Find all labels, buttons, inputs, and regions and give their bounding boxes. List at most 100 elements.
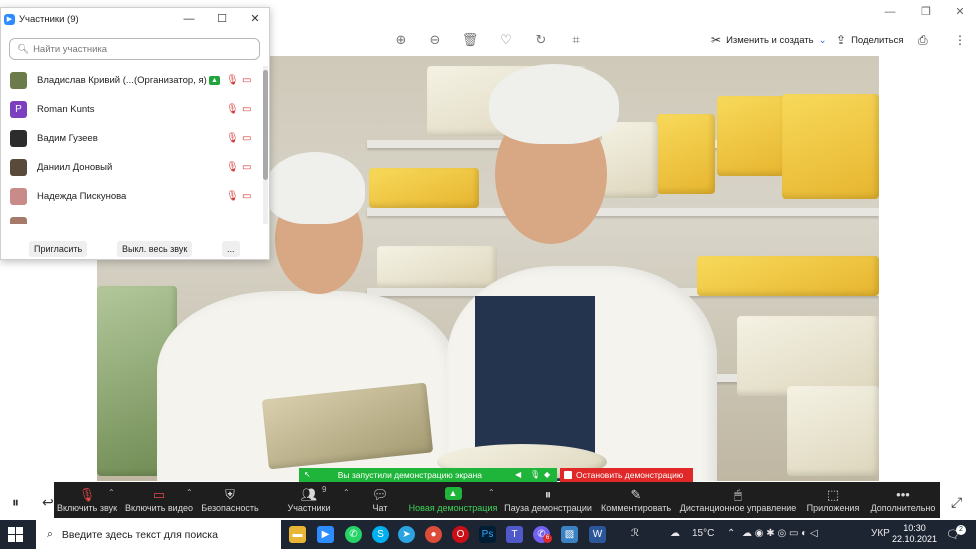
chevron-down-icon: ⌄ [818,34,827,46]
participant-name: Roman Kunts [37,104,95,115]
participant-row[interactable] [1,211,263,224]
word-icon[interactable]: W [589,526,606,543]
skype-icon[interactable]: S [372,526,389,543]
camera-off-icon[interactable]: ▭ [242,133,251,144]
zoom-in-icon[interactable]: ⊕ [392,32,410,48]
share-screen-icon: ▲ [444,487,462,500]
close-panel-button[interactable]: ✕ [246,12,264,26]
chat-icon: 💬︎ [371,487,389,502]
tray-icons[interactable]: ☁ ◉ ✱ ◎ ▭ ◐ ◁ [742,528,818,539]
zoom-out-icon[interactable]: ⊖ [426,32,444,48]
participant-row[interactable]: Надежда Пискунова 🎙︎ ▭ [1,182,263,211]
new-share-button[interactable]: ▲ Новая демонстрация [409,482,497,518]
photos-app-icon[interactable]: ▨ [561,526,578,543]
invite-button[interactable]: Пригласить [29,241,88,257]
zoom-app-icon[interactable]: ▶ [317,526,334,543]
delete-icon[interactable]: 🗑 [461,32,479,48]
maximize-button[interactable]: ❐ [914,4,938,20]
shield-icon: ⛨ [225,487,235,502]
remote-control-button[interactable]: 🖱︎ Дистанционное управление [678,482,798,518]
telegram-icon[interactable]: ➤ [398,526,415,543]
participant-row[interactable]: P Roman Kunts 🎙︎ ▭ [1,95,263,124]
search-input[interactable]: 🔍︎ Найти участника [9,38,260,60]
participant-name: Даниил Доновый [37,162,113,173]
more-options-button[interactable]: ⋮ [954,32,966,48]
language-indicator[interactable]: УКР [871,528,890,539]
teams-icon[interactable]: T [506,526,523,543]
chevron-up-icon[interactable]: ⌃ [488,488,495,497]
mic-off-icon[interactable]: 🎙︎ [226,133,239,144]
clock-date: 22.10.2021 [892,534,938,544]
zoom-logo-icon: ▶ [4,14,15,25]
share-icon: ⇪ [836,33,847,47]
opera-icon[interactable]: O [452,526,469,543]
expand-icon[interactable]: ⤢ [951,494,962,511]
whatsapp-icon[interactable]: ✆ [345,526,362,543]
camera-off-icon[interactable]: ▭ [242,162,251,173]
pause-share-button[interactable]: ⏸ Пауза демонстрации [504,482,592,518]
more-participant-options-button[interactable]: ... [222,241,240,257]
participants-title-text: Участники (9) [19,14,79,25]
mic-off-icon[interactable]: 🎙︎ [226,75,239,86]
app-notification-badge: 6 [543,534,552,543]
rotate-icon[interactable]: ↻ [532,32,550,48]
windows-start-icon[interactable] [8,527,23,542]
chevron-up-icon[interactable]: ⌃ [108,488,115,497]
apps-button[interactable]: ⬚ Приложения [804,482,862,518]
avatar [10,130,27,147]
chrome-icon[interactable]: ● [425,526,442,543]
start-video-label: Включить видео [125,503,193,513]
taskbar-search-input[interactable]: ⌕ Введите здесь текст для поиска [36,520,281,549]
minimize-button[interactable]: — [878,4,902,20]
share-button[interactable]: ⇪ Поделиться [836,32,904,48]
share-label: Поделиться [851,34,904,46]
chevron-up-icon[interactable]: ⌃ [727,528,735,539]
stop-icon [564,471,572,479]
share-arrow-icon: ↖ [304,470,311,479]
chevron-up-icon[interactable]: ⌃ [343,488,350,497]
share-banner-text: Вы запустили демонстрацию экрана [337,470,483,480]
mic-off-icon[interactable]: 🎙︎ [226,104,239,115]
file-explorer-icon[interactable]: ▬ [289,526,306,543]
mic-off-icon[interactable]: 🎙︎ [226,191,239,202]
start-video-button[interactable]: ▭ Включить видео [125,482,193,518]
maximize-panel-button[interactable]: ☐ [213,12,231,26]
screen-share-banner: ↖ Вы запустили демонстрацию экрана ◀ 🎙︎ … [299,468,557,482]
participants-list: Владислав Кривий (... (Организатор, я) ▲… [1,66,263,224]
edit-create-button[interactable]: ✂ Изменить и создать ⌄ [711,32,827,48]
weather-temperature[interactable]: 15°C [692,528,714,539]
print-icon[interactable]: ⎙ [918,32,928,48]
more-button[interactable]: ••• Дополнительно [868,482,938,518]
stop-share-button[interactable]: Остановить демонстрацию [560,468,693,482]
taskbar-clock[interactable]: 10:30 22.10.2021 [892,523,937,545]
close-window-button[interactable]: ✕ [948,4,972,20]
pause-share-label: Пауза демонстрации [504,503,592,513]
avatar: P [10,101,27,118]
security-button[interactable]: ⛨ Безопасность [200,482,260,518]
crop-icon[interactable]: ⌗ [567,32,585,48]
mic-off-icon[interactable]: 🎙︎ [226,162,239,173]
camera-off-icon[interactable]: ▭ [242,191,251,202]
participant-row[interactable]: Вадим Гузеев 🎙︎ ▭ [1,124,263,153]
pause-indicator-icon[interactable]: ⏸ [12,494,19,511]
speaker-icon: ◀ [515,470,522,479]
camera-off-icon[interactable]: ▭ [242,75,251,86]
chevron-up-icon[interactable]: ⌃ [186,488,193,497]
participants-count-badge: 9 [322,485,327,494]
scrollbar-thumb[interactable] [263,70,268,180]
minimize-panel-button[interactable]: — [180,12,198,26]
participant-row[interactable]: Владислав Кривий (... (Организатор, я) ▲… [1,66,263,95]
annotate-button[interactable]: ✎ Комментировать [600,482,672,518]
participant-name: Надежда Пискунова [37,191,127,202]
participants-title: ▶ Участники (9) [4,14,79,25]
participant-row[interactable]: Даниил Доновый 🎙︎ ▭ [1,153,263,182]
mute-all-button[interactable]: Выкл. весь звук [117,241,193,257]
chat-button[interactable]: 💬︎ Чат [366,482,394,518]
photoshop-icon[interactable]: Ps [479,526,496,543]
camera-off-icon[interactable]: ▭ [242,104,251,115]
favorite-icon[interactable]: ♡ [497,32,515,48]
edit-magic-icon: ✂ [711,33,722,47]
participants-scrollbar[interactable] [263,66,268,224]
chat-label: Чат [372,503,388,513]
people-tray-icon[interactable]: ℛ [631,528,639,539]
